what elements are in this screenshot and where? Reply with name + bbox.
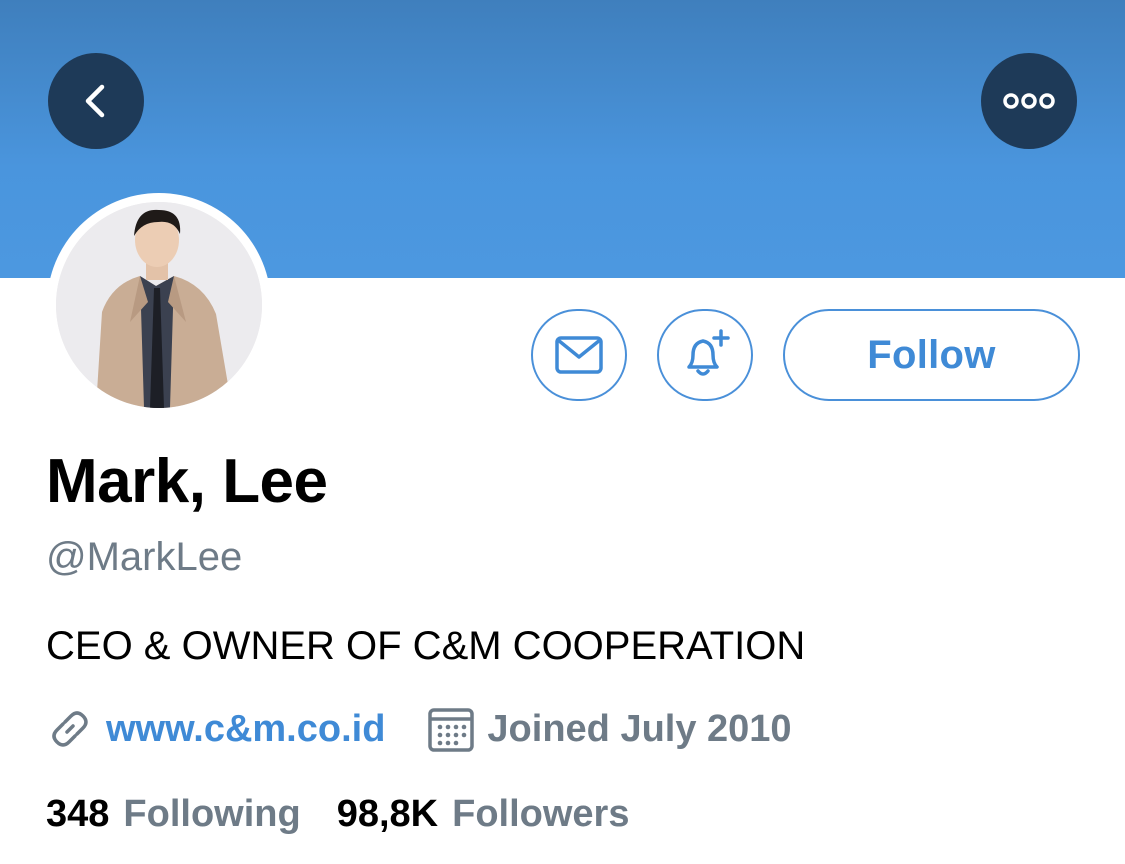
bell-plus-icon [687, 329, 730, 376]
chevron-left-icon [85, 84, 105, 118]
link-icon [46, 705, 94, 753]
followers-label: Followers [452, 793, 630, 835]
more-horizontal-icon [1003, 93, 1055, 109]
avatar[interactable] [47, 193, 271, 417]
follow-button[interactable]: Follow [783, 309, 1080, 401]
calendar-icon [427, 705, 475, 753]
profile-meta: www.c&m.co.id Joined July 2010 [46, 702, 792, 756]
followers-count: 98,8K [336, 793, 439, 835]
following-count: 348 [46, 793, 110, 835]
website-link[interactable]: www.c&m.co.id [106, 708, 385, 751]
following-stat[interactable]: 348 Following [46, 793, 301, 836]
joined-date: Joined July 2010 [487, 707, 792, 750]
followers-stat[interactable]: 98,8K Followers [337, 793, 630, 836]
profile-handle: @MarkLee [46, 535, 243, 579]
profile-name: Mark, Lee [46, 447, 328, 516]
profile-bio: CEO & OWNER OF C&M COOPERATION [46, 624, 806, 668]
joined-info: Joined July 2010 [427, 705, 792, 753]
follow-label: Follow [867, 332, 996, 377]
notifications-button[interactable] [657, 309, 753, 401]
mail-icon [555, 336, 603, 374]
profile-stats: 348 Following 98,8K Followers [46, 793, 629, 843]
back-button[interactable] [48, 53, 144, 149]
following-label: Following [123, 793, 301, 835]
message-button[interactable] [531, 309, 627, 401]
avatar-photo [56, 202, 262, 408]
more-options-button[interactable] [981, 53, 1077, 149]
